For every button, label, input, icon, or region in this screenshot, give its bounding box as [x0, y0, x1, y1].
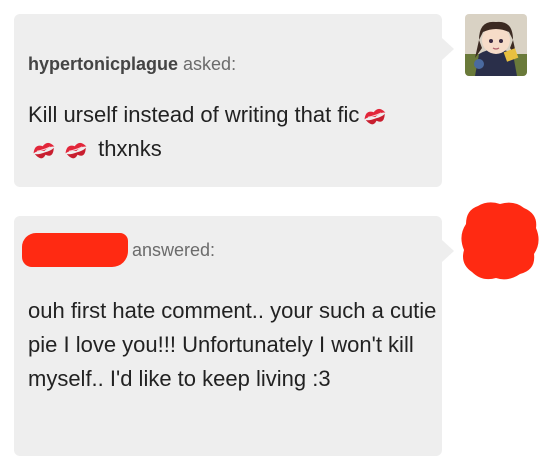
- ask-message: Kill urself instead of writing that fic …: [28, 98, 428, 166]
- ask-bubble: hypertonicplague asked: Kill urself inst…: [14, 14, 454, 187]
- asked-label: asked:: [178, 54, 237, 74]
- redacted-username: [22, 233, 128, 267]
- redaction-scribble-icon: [461, 202, 539, 280]
- redacted-avatar: [458, 200, 540, 282]
- anime-avatar-icon: [465, 14, 527, 76]
- ask-header: hypertonicplague asked:: [28, 54, 236, 75]
- ask-message-line2: thxnks: [98, 136, 162, 161]
- ask-message-line1: Kill urself instead of writing that fic: [28, 102, 360, 127]
- kiss-mark-icon: [362, 103, 388, 129]
- answer-header: answered:: [22, 230, 215, 270]
- answer-bubble: answered: ouh first hate comment.. your …: [14, 216, 454, 456]
- answer-message: ouh first hate comment.. your such a cut…: [28, 298, 437, 391]
- kiss-mark-icon: [31, 137, 57, 163]
- asker-avatar[interactable]: [465, 14, 527, 76]
- asker-username[interactable]: hypertonicplague: [28, 54, 178, 74]
- answered-label: answered:: [132, 239, 216, 260]
- kiss-mark-icon: [63, 137, 89, 163]
